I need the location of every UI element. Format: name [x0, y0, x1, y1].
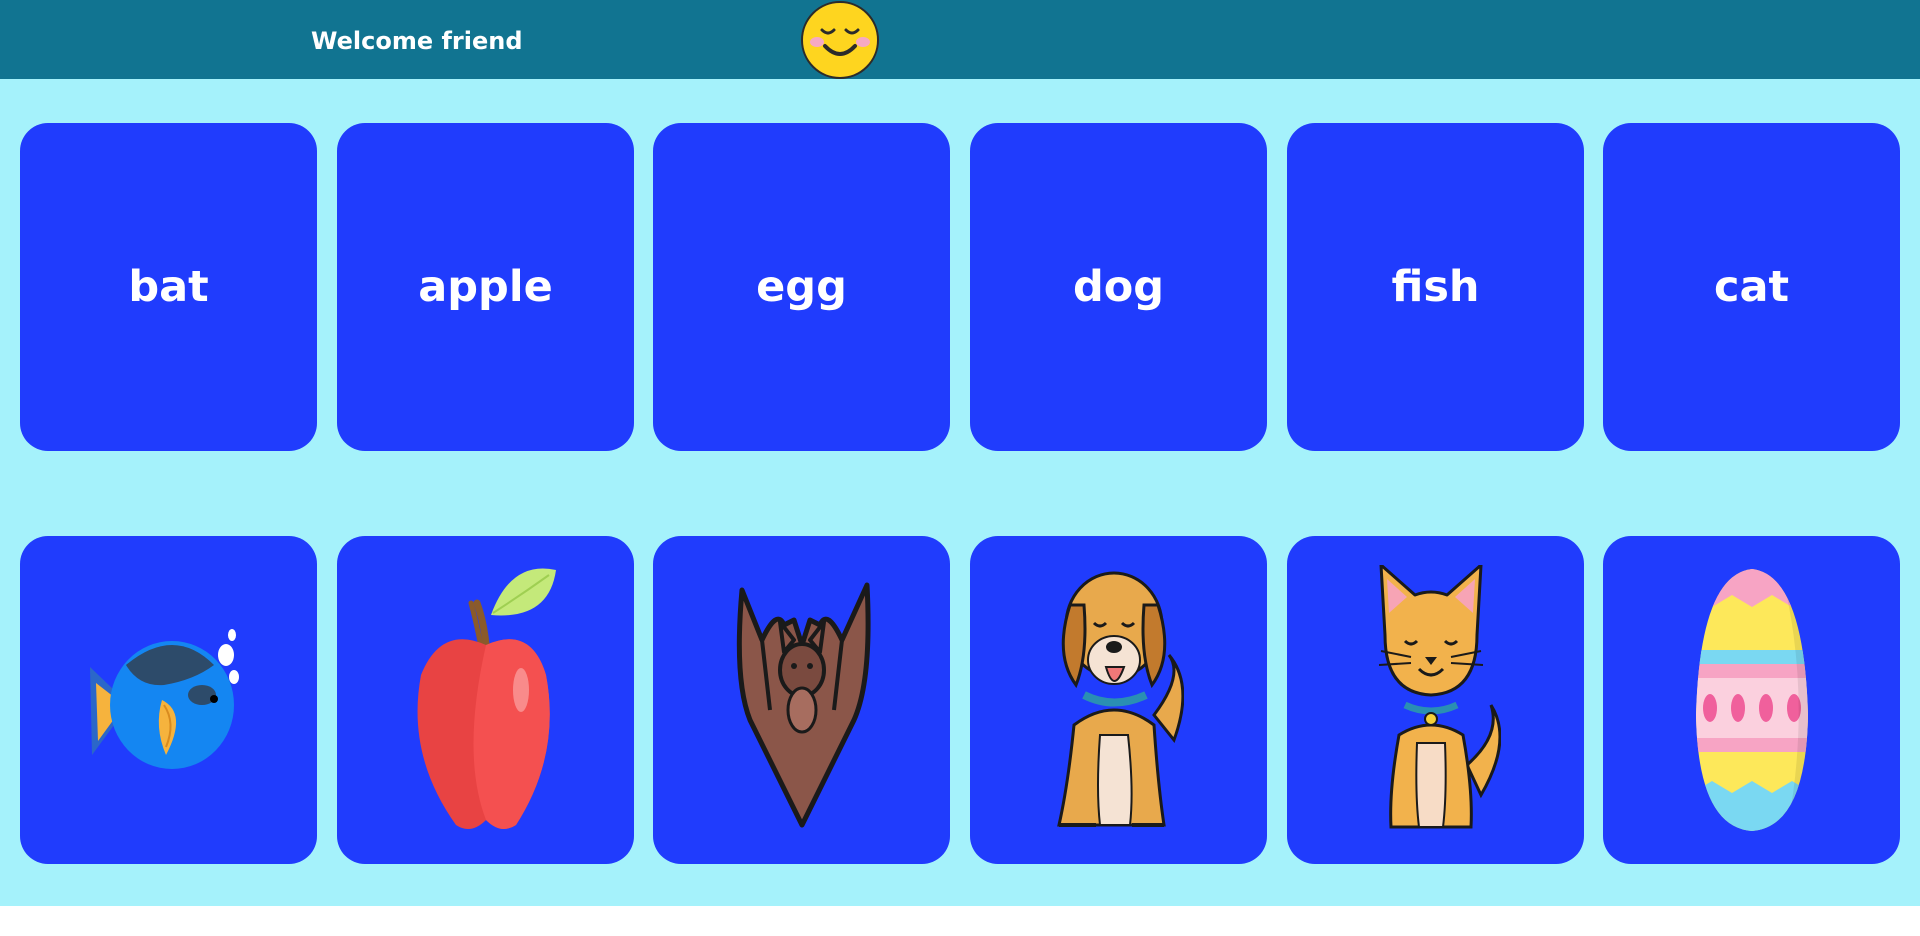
word-card-egg[interactable]: egg — [653, 123, 950, 451]
picture-card-egg[interactable] — [1603, 536, 1900, 864]
easter-egg-icon — [1692, 565, 1812, 835]
word-card-label: fish — [1391, 262, 1480, 312]
word-card-fish[interactable]: fish — [1287, 123, 1584, 451]
word-card-label: egg — [756, 262, 847, 312]
word-card-label: dog — [1072, 262, 1165, 312]
word-card-label: cat — [1713, 262, 1790, 312]
word-card-dog[interactable]: dog — [970, 123, 1267, 451]
word-card-bat[interactable]: bat — [20, 123, 317, 451]
header-bar: Welcome friend — [0, 0, 1920, 79]
sleepy-smiley-icon — [800, 0, 880, 80]
apple-icon — [411, 565, 561, 835]
picture-card-bat[interactable] — [653, 536, 950, 864]
word-card-label: apple — [418, 262, 553, 312]
bat-icon — [722, 570, 882, 830]
word-card-apple[interactable]: apple — [337, 123, 634, 451]
fish-icon — [84, 605, 254, 795]
welcome-message: Welcome friend — [311, 27, 523, 55]
picture-card-apple[interactable] — [337, 536, 634, 864]
word-card-label: bat — [128, 262, 209, 312]
picture-card-cat[interactable] — [1287, 536, 1584, 864]
cat-icon — [1371, 565, 1501, 835]
picture-card-dog[interactable] — [970, 536, 1267, 864]
picture-card-fish[interactable] — [20, 536, 317, 864]
dog-icon — [1054, 565, 1184, 835]
word-card-cat[interactable]: cat — [1603, 123, 1900, 451]
